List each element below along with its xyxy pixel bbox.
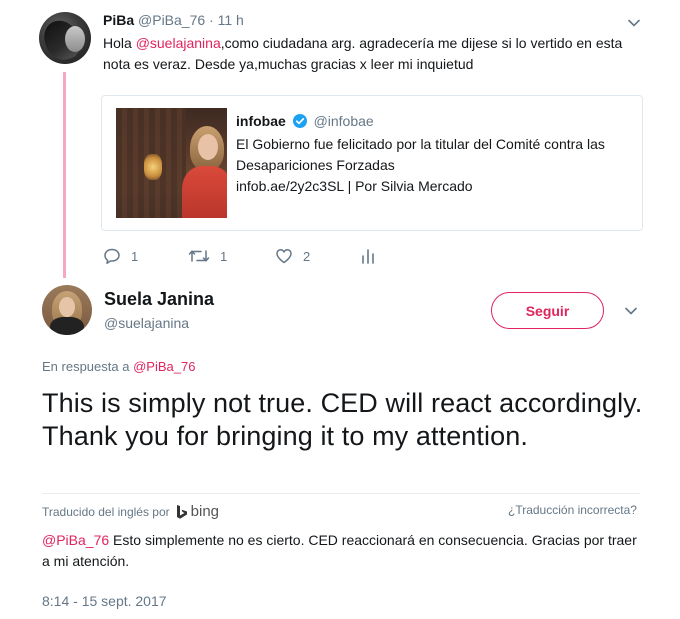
parent-tweet-time[interactable]: 11 h [218, 12, 244, 28]
parent-text-prefix: Hola [103, 35, 136, 51]
tweet-timestamp[interactable]: 8:14 - 15 sept. 2017 [42, 593, 167, 609]
translation-divider [42, 493, 640, 494]
thread-connector-line [63, 72, 66, 278]
main-tweet-menu-button[interactable] [624, 304, 638, 323]
card-source-handle: @infobae [313, 113, 374, 129]
chevron-down-icon [628, 19, 640, 27]
link-preview-card[interactable]: infobae @infobae El Gobierno fue felicit… [101, 95, 643, 231]
card-source: infobae @infobae [236, 113, 374, 129]
thumbnail-lamp [144, 154, 162, 180]
main-tweet-text: This is simply not true. CED will react … [42, 388, 643, 451]
analytics-icon [362, 249, 374, 264]
translated-by: Traducido del inglés por bing [42, 503, 219, 520]
analytics-button[interactable] [361, 246, 375, 266]
main-tweet-avatar[interactable] [42, 285, 92, 335]
avatar-face [65, 26, 85, 52]
heart-icon [276, 249, 292, 264]
reply-icon [104, 248, 120, 265]
verified-badge-icon [292, 114, 307, 128]
retweet-button[interactable]: 1 [188, 246, 227, 266]
follow-button[interactable]: Seguir [491, 292, 604, 329]
main-author-handle[interactable]: @suelajanina [104, 315, 189, 331]
mention-link[interactable]: @suelajanina [136, 35, 221, 51]
translation-body: Esto simplemente no es cierto. CED reacc… [42, 532, 637, 569]
reply-to-label: En respuesta a [42, 359, 130, 374]
translated-text: @PiBa_76 Esto simplemente no es cierto. … [42, 530, 642, 572]
card-source-name: infobae [236, 113, 286, 129]
retweet-count: 1 [220, 248, 228, 264]
thumbnail-person-face [198, 134, 218, 160]
translation-mention-link[interactable]: @PiBa_76 [42, 532, 109, 548]
avatar-body [50, 317, 84, 335]
parent-tweet-avatar[interactable] [39, 12, 91, 64]
like-count: 2 [303, 248, 311, 264]
parent-tweet-header: PiBa @PiBa_76 · 11 h [103, 12, 244, 28]
bing-logo-text: bing [190, 503, 219, 520]
bad-translation-link[interactable]: ¿Traducción incorrecta? [508, 503, 637, 517]
card-link-text: infob.ae/2y2c3SL | Por Silvia Mercado [236, 178, 473, 194]
chevron-down-icon [625, 307, 637, 315]
parent-author-name[interactable]: PiBa [103, 12, 134, 28]
translated-by-label: Traducido del inglés por [42, 504, 170, 519]
card-thumbnail-image [116, 108, 227, 218]
like-button[interactable]: 2 [275, 246, 310, 266]
bing-logo[interactable]: bing [176, 503, 219, 520]
reply-button[interactable]: 1 [103, 246, 138, 266]
reply-count: 1 [131, 248, 139, 264]
header-separator: · [209, 12, 214, 28]
reply-to-context: En respuesta a @PiBa_76 [42, 359, 195, 374]
bing-logo-icon [176, 504, 187, 519]
avatar-face [59, 297, 75, 317]
retweet-icon [188, 250, 210, 262]
parent-author-handle[interactable]: @PiBa_76 [138, 12, 205, 28]
reply-to-mention-link[interactable]: @PiBa_76 [133, 359, 195, 374]
thumbnail-person-body [182, 166, 227, 218]
parent-tweet-text: Hola @suelajanina,como ciudadana arg. ag… [103, 33, 643, 75]
card-description: El Gobierno fue felicitado por la titula… [236, 136, 605, 173]
main-author-name[interactable]: Suela Janina [104, 289, 214, 310]
